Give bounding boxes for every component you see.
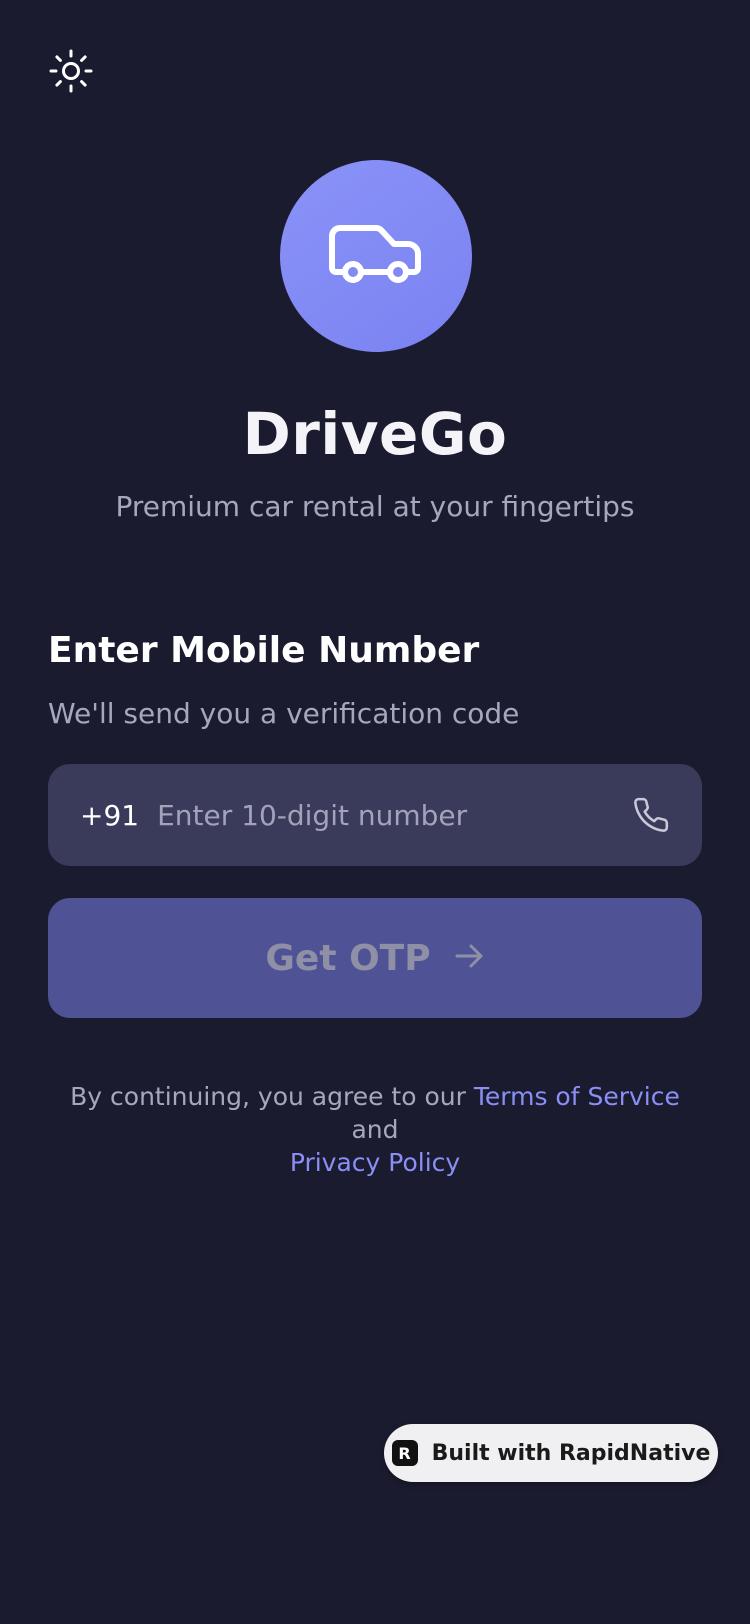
terms-conjunction: and <box>351 1115 399 1144</box>
phone-field: +91 <box>48 764 702 866</box>
arrow-right-icon <box>453 940 485 976</box>
sun-icon <box>48 48 94 98</box>
login-title: Enter Mobile Number <box>48 630 480 671</box>
login-subtitle: We'll send you a verification code <box>48 697 520 730</box>
country-code: +91 <box>80 798 140 832</box>
car-icon <box>328 222 424 290</box>
terms-of-service-link[interactable]: Terms of Service <box>474 1082 680 1111</box>
get-otp-label: Get OTP <box>265 937 431 979</box>
app-logo <box>280 160 472 352</box>
theme-toggle-button[interactable] <box>48 48 94 98</box>
phone-number-input[interactable] <box>157 798 630 832</box>
app-subtitle: Premium car rental at your fingertips <box>115 490 635 523</box>
phone-icon <box>630 794 672 836</box>
built-with-badge[interactable]: R Built with RapidNative <box>384 1424 718 1482</box>
terms-prefix: By continuing, you agree to our <box>70 1082 466 1111</box>
privacy-policy-link[interactable]: Privacy Policy <box>290 1148 460 1177</box>
rapidnative-logo-icon: R <box>391 1440 418 1466</box>
badge-label: Built with RapidNative <box>431 1440 711 1466</box>
terms-notice: By continuing, you agree to our Terms of… <box>60 1080 690 1179</box>
get-otp-button[interactable]: Get OTP <box>48 898 702 1018</box>
app-title: DriveGo <box>242 400 508 468</box>
